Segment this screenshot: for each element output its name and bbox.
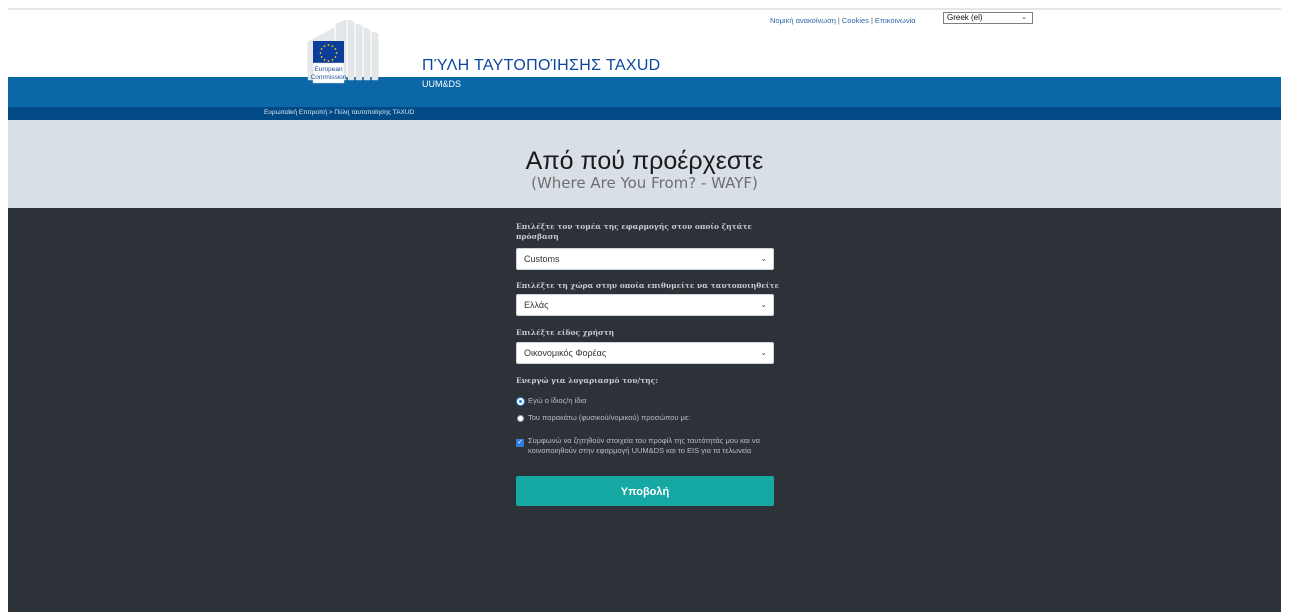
user-type-select[interactable]: Οικονομικός Φορέας ⌄ xyxy=(516,342,774,364)
radio-other[interactable] xyxy=(517,415,524,422)
radio-other-label: Του παρακάτω (φυσικού/νομικού) προσώπου … xyxy=(528,413,691,422)
page-subtitle: (Where Are You From? - WAYF) xyxy=(531,174,758,192)
breadcrumb-band xyxy=(8,107,1281,120)
radio-self[interactable] xyxy=(517,398,524,405)
language-select[interactable]: Greek (el) ⌄ xyxy=(943,12,1033,24)
submit-button[interactable]: Υποβολή xyxy=(516,476,774,506)
page-title: Από πού προέρχεστε xyxy=(525,147,764,175)
radio-self-label: Εγώ ο ίδιος/η ίδια xyxy=(528,396,587,405)
consent-checkbox[interactable]: ✓ xyxy=(516,439,524,447)
language-value: Greek (el) xyxy=(947,13,983,22)
separator: | xyxy=(870,16,873,25)
portal-subtitle: UUM&DS xyxy=(422,79,462,89)
logo-text-european: European xyxy=(314,66,343,73)
chevron-down-icon: ⌄ xyxy=(760,348,767,357)
logo-text-commission: Commission xyxy=(311,74,347,81)
user-type-label: Επιλέξτε είδος χρήστη xyxy=(516,328,615,337)
header-band xyxy=(8,77,1281,107)
top-links: Νομική ανακοίνωση | Cookies | Επικοινωνία xyxy=(770,16,916,25)
legal-notice-link[interactable]: Νομική ανακοίνωση xyxy=(770,16,836,25)
chevron-down-icon: ⌄ xyxy=(760,300,767,309)
european-commission-logo: European Commission xyxy=(307,20,379,84)
country-value: Ελλάς xyxy=(524,300,549,310)
portal-title: ΠΎΛΗ ΤΑΥΤΟΠΟΊΗΣΗΣ TAXUD xyxy=(422,57,661,74)
domain-select[interactable]: Customs ⌄ xyxy=(516,248,774,270)
consent-text: Συμφωνώ να ζητηθούν στοιχεία του προφίλ … xyxy=(528,436,760,455)
page: Νομική ανακοίνωση | Cookies | Επικοινωνία Gr… xyxy=(8,0,1281,612)
chevron-down-icon: ⌄ xyxy=(1021,14,1027,21)
separator: | xyxy=(837,16,840,25)
country-select[interactable]: Ελλάς ⌄ xyxy=(516,294,774,316)
domain-label: Επιλέξτε τον τομέα της εφαρμογής στον οπ… xyxy=(516,222,752,241)
acting-for-label: Ενεργώ για λογαριασμό του/της: xyxy=(516,376,658,385)
domain-value: Customs xyxy=(524,254,560,264)
contact-link[interactable]: Επικοινωνία xyxy=(875,16,916,25)
cookies-link[interactable]: Cookies xyxy=(842,16,869,25)
top-divider xyxy=(8,8,1281,10)
user-type-value: Οικονομικός Φορέας xyxy=(524,348,607,358)
chevron-down-icon: ⌄ xyxy=(760,254,767,263)
country-label: Επιλέξτε τη χώρα στην οποία επιθυμείτε ν… xyxy=(516,281,780,290)
breadcrumb[interactable]: Ευρωπαϊκή Επιτροπή > Πύλη ταυτοποίησης T… xyxy=(264,109,414,116)
